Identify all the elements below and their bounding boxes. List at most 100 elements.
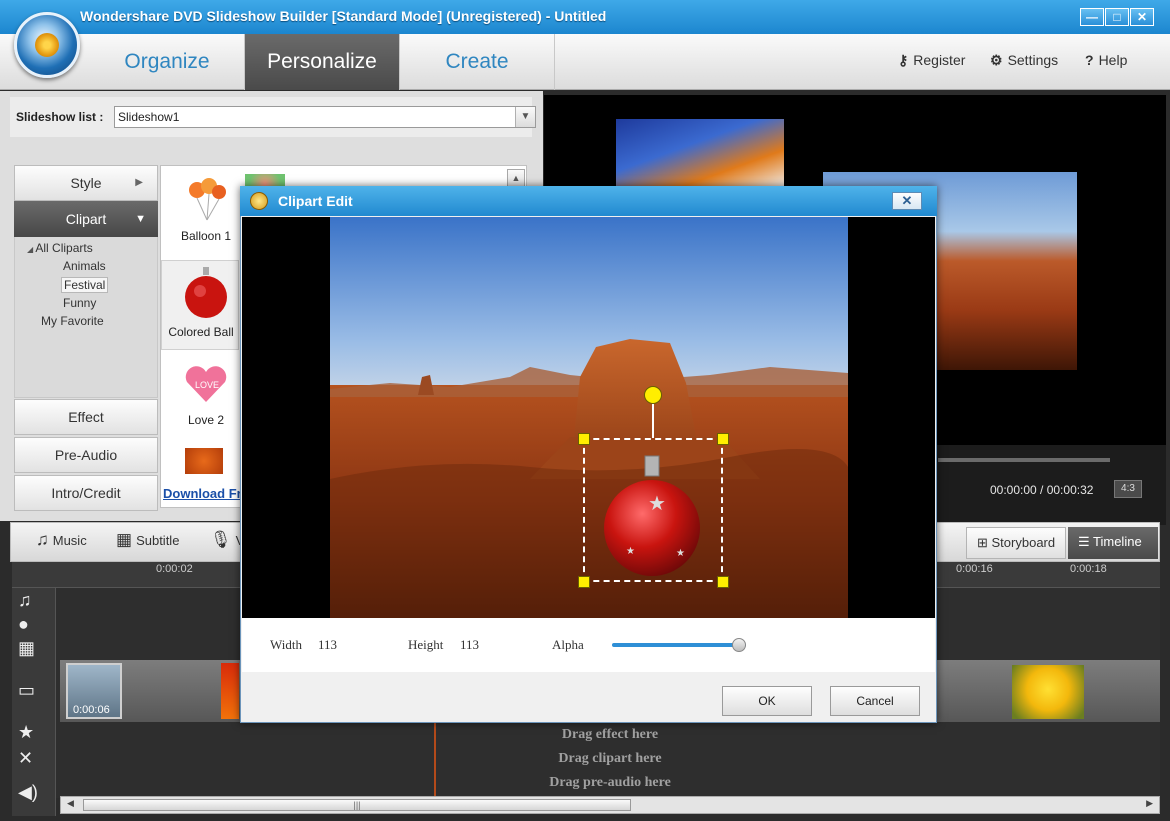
tree-item-funny[interactable]: Funny (63, 296, 96, 310)
timeline-button[interactable]: ☰ Timeline (1068, 527, 1158, 559)
width-value[interactable]: 113 (318, 637, 337, 653)
tree-item-festival[interactable]: Festival (61, 277, 109, 293)
rotation-handle[interactable] (644, 386, 662, 404)
cancel-button[interactable]: Cancel (830, 686, 920, 716)
clipart-icon (250, 192, 268, 210)
rotation-line (652, 402, 654, 438)
clipart-item-love[interactable]: LOVE Love 2 (161, 356, 239, 446)
tab-organize[interactable]: Organize (90, 34, 245, 90)
main-nav: Organize Personalize Create ⚷ Register ⚙ S… (0, 34, 1170, 90)
intro-credit-button[interactable]: Intro/Credit (14, 475, 158, 511)
ornament-ball-icon (185, 267, 227, 318)
microphone-icon: ● (18, 614, 29, 634)
clip-duration: 0:00:06 (73, 704, 110, 716)
app-logo (14, 12, 80, 78)
register-link[interactable]: ⚷ Register (898, 52, 965, 69)
disc-icon (35, 33, 59, 57)
help-link[interactable]: ? Help (1085, 52, 1127, 68)
slideshow-list-label: Slideshow list : (16, 110, 104, 124)
film-icon: ▦ (116, 530, 133, 549)
clipart-category-tree: ◢ All Cliparts Animals Festival Funny My… (14, 237, 158, 398)
alpha-slider[interactable] (612, 643, 746, 647)
minimize-button[interactable]: — (1080, 8, 1104, 26)
music-button[interactable]: ♫ Music (36, 530, 87, 550)
chevron-left-icon[interactable]: ◀ (67, 798, 74, 809)
tree-item-all[interactable]: ◢ All Cliparts (27, 241, 93, 255)
timeline-clip[interactable] (221, 663, 239, 719)
ok-button[interactable]: OK (722, 686, 812, 716)
resize-handle[interactable] (578, 576, 590, 588)
chevron-down-icon: ▼ (135, 213, 146, 225)
gear-icon: ⚙ (990, 52, 1003, 68)
chevron-up-icon[interactable]: ▲ (507, 169, 525, 187)
timeline-scrollbar[interactable]: ◀ ||| ▶ (60, 796, 1160, 814)
svg-text:LOVE: LOVE (195, 380, 219, 390)
balloon-icon (189, 178, 226, 221)
clipart-selection-box[interactable] (583, 438, 723, 582)
clipart-item-balloon[interactable]: Balloon 1 (161, 166, 239, 256)
aspect-ratio-button[interactable]: 4:3 (1114, 480, 1142, 498)
playhead[interactable] (434, 716, 436, 796)
music-note-icon: ♫ (18, 590, 32, 610)
video-track-icon: ▭ (18, 680, 36, 700)
resize-handle[interactable] (717, 433, 729, 445)
pre-audio-button[interactable]: Pre-Audio (14, 437, 158, 473)
drop-preaudio-zone[interactable]: Drag pre-audio here (460, 775, 760, 791)
key-icon: ⚷ (898, 52, 909, 68)
dialog-title: Clipart Edit (278, 193, 353, 209)
close-button[interactable]: ✕ (1130, 8, 1154, 26)
maximize-button[interactable]: □ (1105, 8, 1129, 26)
drop-effect-zone[interactable]: Drag effect here (460, 727, 760, 743)
clipart-label: Balloon 1 (180, 229, 232, 243)
dialog-close-button[interactable]: ✕ (892, 192, 922, 210)
width-label: Width (270, 637, 302, 652)
timeline-clip[interactable]: 0:00:06 (66, 663, 122, 719)
film-icon: ▦ (18, 638, 36, 658)
download-link[interactable]: Download Fr (163, 486, 242, 501)
chevron-right-icon[interactable]: ▶ (1146, 798, 1153, 809)
tab-personalize[interactable]: Personalize (245, 34, 400, 90)
chevron-right-icon: ▶ (135, 177, 143, 188)
ruler-tick: 0:00:02 (156, 563, 193, 575)
window-title: Wondershare DVD Slideshow Builder [Stand… (80, 8, 607, 24)
effect-button[interactable]: Effect (14, 399, 158, 435)
tree-item-animals[interactable]: Animals (63, 259, 106, 273)
timecode: 00:00:00 / 00:00:32 (990, 483, 1094, 497)
microphone-icon: 🎙 (210, 530, 232, 549)
ruler-tick: 0:00:18 (1070, 563, 1107, 575)
window-titlebar[interactable]: Wondershare DVD Slideshow Builder [Stand… (0, 0, 1170, 34)
slideshow-list-bar: Slideshow list : Slideshow1 ▼ (10, 97, 536, 137)
help-icon: ? (1085, 52, 1094, 68)
clipart-item-colored-ball[interactable]: Colored Ball (161, 260, 239, 350)
height-value[interactable]: 113 (460, 637, 479, 653)
alpha-label: Alpha (552, 637, 584, 652)
resize-handle[interactable] (578, 433, 590, 445)
settings-link[interactable]: ⚙ Settings (990, 52, 1058, 69)
playback-progress[interactable] (938, 458, 1110, 462)
timeline-clip[interactable] (1012, 665, 1084, 719)
heart-icon: LOVE (185, 366, 227, 402)
chevron-down-icon[interactable]: ▼ (515, 107, 535, 127)
tree-item-favorite[interactable]: My Favorite (41, 314, 104, 328)
style-button[interactable]: Style ▶ (14, 165, 158, 201)
clipart-thumb-partial[interactable] (185, 448, 223, 474)
butterfly-icon: ✕ (18, 748, 34, 768)
star-icon: ★ (18, 722, 35, 742)
subtitle-button[interactable]: ▦ Subtitle (116, 530, 179, 550)
clipart-button[interactable]: Clipart ▼ (14, 201, 158, 237)
clipart-label: Colored Ball (168, 325, 234, 339)
tab-create[interactable]: Create (400, 34, 555, 90)
slideshow-select[interactable]: Slideshow1 ▼ (114, 106, 536, 128)
dialog-titlebar[interactable]: Clipart Edit (240, 186, 937, 216)
ruler-tick: 0:00:16 (956, 563, 993, 575)
scrollbar-thumb[interactable]: ||| (83, 799, 631, 811)
music-note-icon: ♫ (36, 530, 49, 549)
preview-photo-back (616, 119, 784, 189)
resize-handle[interactable] (717, 576, 729, 588)
list-icon: ☰ (1078, 534, 1094, 549)
storyboard-button[interactable]: ⊞ Storyboard (966, 527, 1066, 559)
speaker-icon: ◀) (18, 782, 38, 802)
drop-clipart-zone[interactable]: Drag clipart here (460, 751, 760, 767)
dialog-controls (242, 618, 935, 672)
height-label: Height (408, 637, 444, 652)
